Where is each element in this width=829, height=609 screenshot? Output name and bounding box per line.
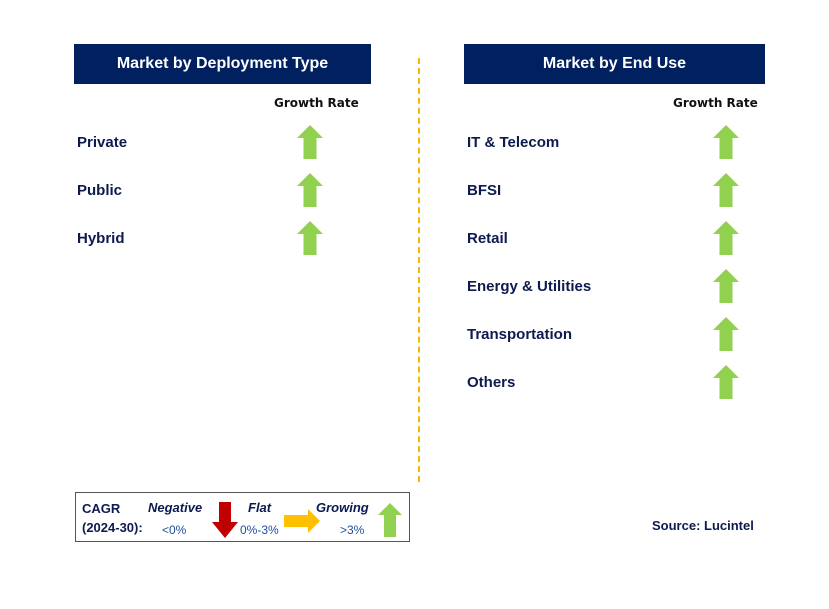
green-up-arrow-icon [713,317,739,351]
divider [418,58,420,482]
segment-label: Transportation [467,326,573,343]
deployment-header: Market by Deployment Type [74,44,371,84]
segment-label: Energy & Utilities [467,278,592,295]
segment-label: Others [467,374,516,391]
green-up-arrow-icon [297,125,323,159]
green-up-arrow-icon [297,173,323,207]
cagr-label: CAGR [82,501,121,516]
negative-label: Negative [148,500,203,515]
yellow-right-arrow-icon [284,509,320,533]
segment-label: BFSI [467,182,502,199]
segment-label: Retail [467,230,508,247]
source-label: Source: Lucintel [652,518,754,533]
green-up-arrow-icon [297,221,323,255]
red-down-arrow-icon [212,502,238,538]
flat-range: 0%-3% [240,523,279,537]
segment-label: Private [77,134,128,151]
segment-label: Public [77,182,123,199]
market-snapshot: Market by Deployment Type Growth Rate Pr… [0,0,829,609]
growing-range: >3% [340,523,365,537]
segment-label: Hybrid [77,230,125,247]
green-up-arrow-icon [713,221,739,255]
green-up-arrow-icon [713,125,739,159]
growth-rate-label: Growth Rate [673,96,758,110]
negative-range: <0% [162,523,187,537]
green-up-arrow-icon [713,269,739,303]
cagr-legend: CAGR (2024-30): Negative <0% Flat 0%-3% … [75,492,410,542]
end-use-header: Market by End Use [464,44,765,84]
segment-label: IT & Telecom [467,134,560,151]
growth-rate-label: Growth Rate [274,96,359,110]
green-up-arrow-icon [713,173,739,207]
green-up-arrow-icon [713,365,739,399]
growing-label: Growing [316,500,369,515]
green-up-arrow-icon [378,503,402,537]
flat-label: Flat [248,500,272,515]
period-label: (2024-30): [82,520,143,535]
